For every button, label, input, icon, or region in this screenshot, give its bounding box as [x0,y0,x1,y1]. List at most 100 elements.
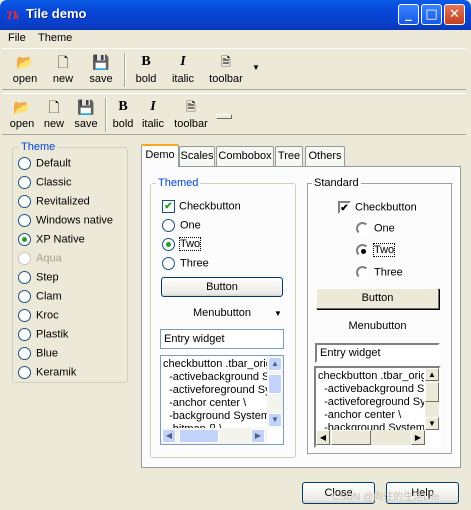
standard-vertical-scrollbar[interactable]: ▲ ▼ [425,368,439,430]
standard-text[interactable]: checkbutton .tbar_orig -activebackground… [316,368,424,430]
radio-label: Three [180,257,209,270]
italic-icon: I [150,99,156,114]
italic-button-std[interactable]: Iitalic [139,98,167,130]
scroll-left-icon[interactable]: ◀ [316,430,330,445]
text-line: -anchor center \ [163,397,247,409]
title-bar[interactable]: Tk Tile demo _ □ ✕ [0,0,471,30]
themed-checkbutton[interactable]: ✔ Checkbutton [162,200,241,213]
themed-toolbar: 📂 open 🗋 new 💾 save Bbold Iitalic 🗎 toolbar … [2,48,466,90]
radio-label: One [374,222,395,235]
scroll-up-icon[interactable]: ▲ [425,368,439,381]
theme-option[interactable]: Plastik [18,328,68,344]
theme-panel-label: Theme [19,141,58,153]
theme-option-label: Blue [36,347,59,360]
close-icon[interactable]: ✕ [444,4,465,25]
italic-button[interactable]: Iitalic [168,53,198,85]
toolbar-separator [105,98,107,132]
scroll-down-icon[interactable]: ▼ [425,417,439,430]
theme-option[interactable]: XP Native [18,233,85,249]
theme-option-label: Classic [36,176,72,189]
text-line: -activebackground S [318,383,424,395]
toolbar-menubutton[interactable]: 🗎 toolbar [206,53,246,85]
standard-radio-option[interactable]: Three [356,266,403,279]
scroll-thumb[interactable] [268,374,282,394]
theme-option-label: Plastik [36,328,69,341]
standard-horizontal-scrollbar[interactable]: ◀ ▶ [316,430,425,445]
save-button[interactable]: 💾 save [86,53,116,85]
themed-entry[interactable]: Entry widget [160,329,284,349]
bold-button-std[interactable]: Bbold [110,98,136,130]
themed-radio-option[interactable]: Two [162,237,202,252]
toolbar-menubutton-std[interactable]: 🗎 toolbar [172,98,210,130]
theme-option[interactable]: Aqua [18,252,62,268]
radio-icon [18,366,31,379]
new-document-icon: 🗋 [57,54,69,70]
themed-menubutton[interactable]: Menubutton [161,307,283,323]
theme-option[interactable]: Revitalized [18,195,90,211]
bold-button[interactable]: Bbold [132,53,160,85]
themed-button[interactable]: Button [161,277,283,297]
new-button-std[interactable]: 🗋 new [40,98,68,130]
tab-others[interactable]: Others [305,146,345,166]
radio-label: Two [372,243,396,258]
themed-radio-option[interactable]: One [162,219,201,232]
theme-option[interactable]: Default [18,157,71,173]
scroll-left-icon[interactable]: ◀ [162,429,176,443]
standard-frame-label: Standard [312,177,361,189]
theme-option[interactable]: Classic [18,176,71,192]
standard-menubutton[interactable]: Menubutton [316,320,439,332]
radio-label: Two [178,237,202,252]
scroll-thumb[interactable] [179,429,219,443]
standard-radio-option[interactable]: One [356,222,395,235]
theme-option[interactable]: Windows native [18,214,113,230]
tab-scales[interactable]: Scales [179,146,215,166]
open-button[interactable]: 📂 open [10,53,40,85]
minimize-icon[interactable]: _ [398,4,419,25]
bold-icon: B [141,54,151,69]
text-line: -activebackground S [163,371,267,383]
standard-button[interactable]: Button [316,288,439,309]
theme-option[interactable]: Step [18,271,59,287]
tab-demo[interactable]: Demo [141,144,179,167]
standard-entry[interactable]: Entry widget [315,343,440,363]
theme-option[interactable]: Keramik [18,366,76,382]
open-folder-icon: 📂 [13,99,31,115]
tab-combobox[interactable]: Combobox [216,146,274,166]
scroll-right-icon[interactable]: ▶ [251,429,265,443]
themed-radio-option[interactable]: Three [162,257,209,270]
radio-icon [162,238,175,251]
radio-label: Three [374,266,403,279]
floppy-disk-icon: 💾 [77,99,95,115]
save-button-std[interactable]: 💾 save [72,98,100,130]
radio-icon [18,309,31,322]
maximize-icon[interactable]: □ [421,4,442,25]
scroll-down-icon[interactable]: ▼ [268,413,282,427]
theme-option-label: Clam [36,290,62,303]
themed-vertical-scrollbar[interactable]: ▲ ▼ [267,356,283,428]
themed-horizontal-scrollbar[interactable]: ◀ ▶ [161,428,267,444]
open-button-std[interactable]: 📂 open [8,98,36,130]
menu-file[interactable]: File [8,32,26,44]
text-line: checkbutton .tbar_orig [318,370,424,382]
scroll-up-icon[interactable]: ▲ [268,357,282,371]
chevron-down-icon[interactable]: ▼ [274,309,282,318]
new-button[interactable]: 🗋 new [48,53,78,85]
scroll-thumb[interactable] [425,382,439,402]
radio-icon [356,266,369,279]
tab-tree[interactable]: Tree [275,146,303,166]
radio-icon [18,195,31,208]
standard-radio-option[interactable]: Two [356,243,396,258]
chevron-down-icon[interactable]: ▼ [252,63,260,72]
scroll-right-icon[interactable]: ▶ [411,430,425,445]
menu-theme[interactable]: Theme [38,32,72,44]
theme-option-label: XP Native [36,233,85,246]
theme-option[interactable]: Kroc [18,309,59,325]
theme-option-label: Default [36,157,71,170]
standard-checkbutton[interactable]: ✔ Checkbutton [338,201,417,214]
scroll-thumb[interactable] [331,430,371,445]
themed-text[interactable]: checkbutton .tbar_orig -activebackground… [161,356,267,428]
theme-option[interactable]: Blue [18,347,58,363]
theme-option[interactable]: Clam [18,290,62,306]
menubutton-indicator[interactable] [216,114,232,119]
text-line: checkbutton .tbar_orig [163,358,267,370]
